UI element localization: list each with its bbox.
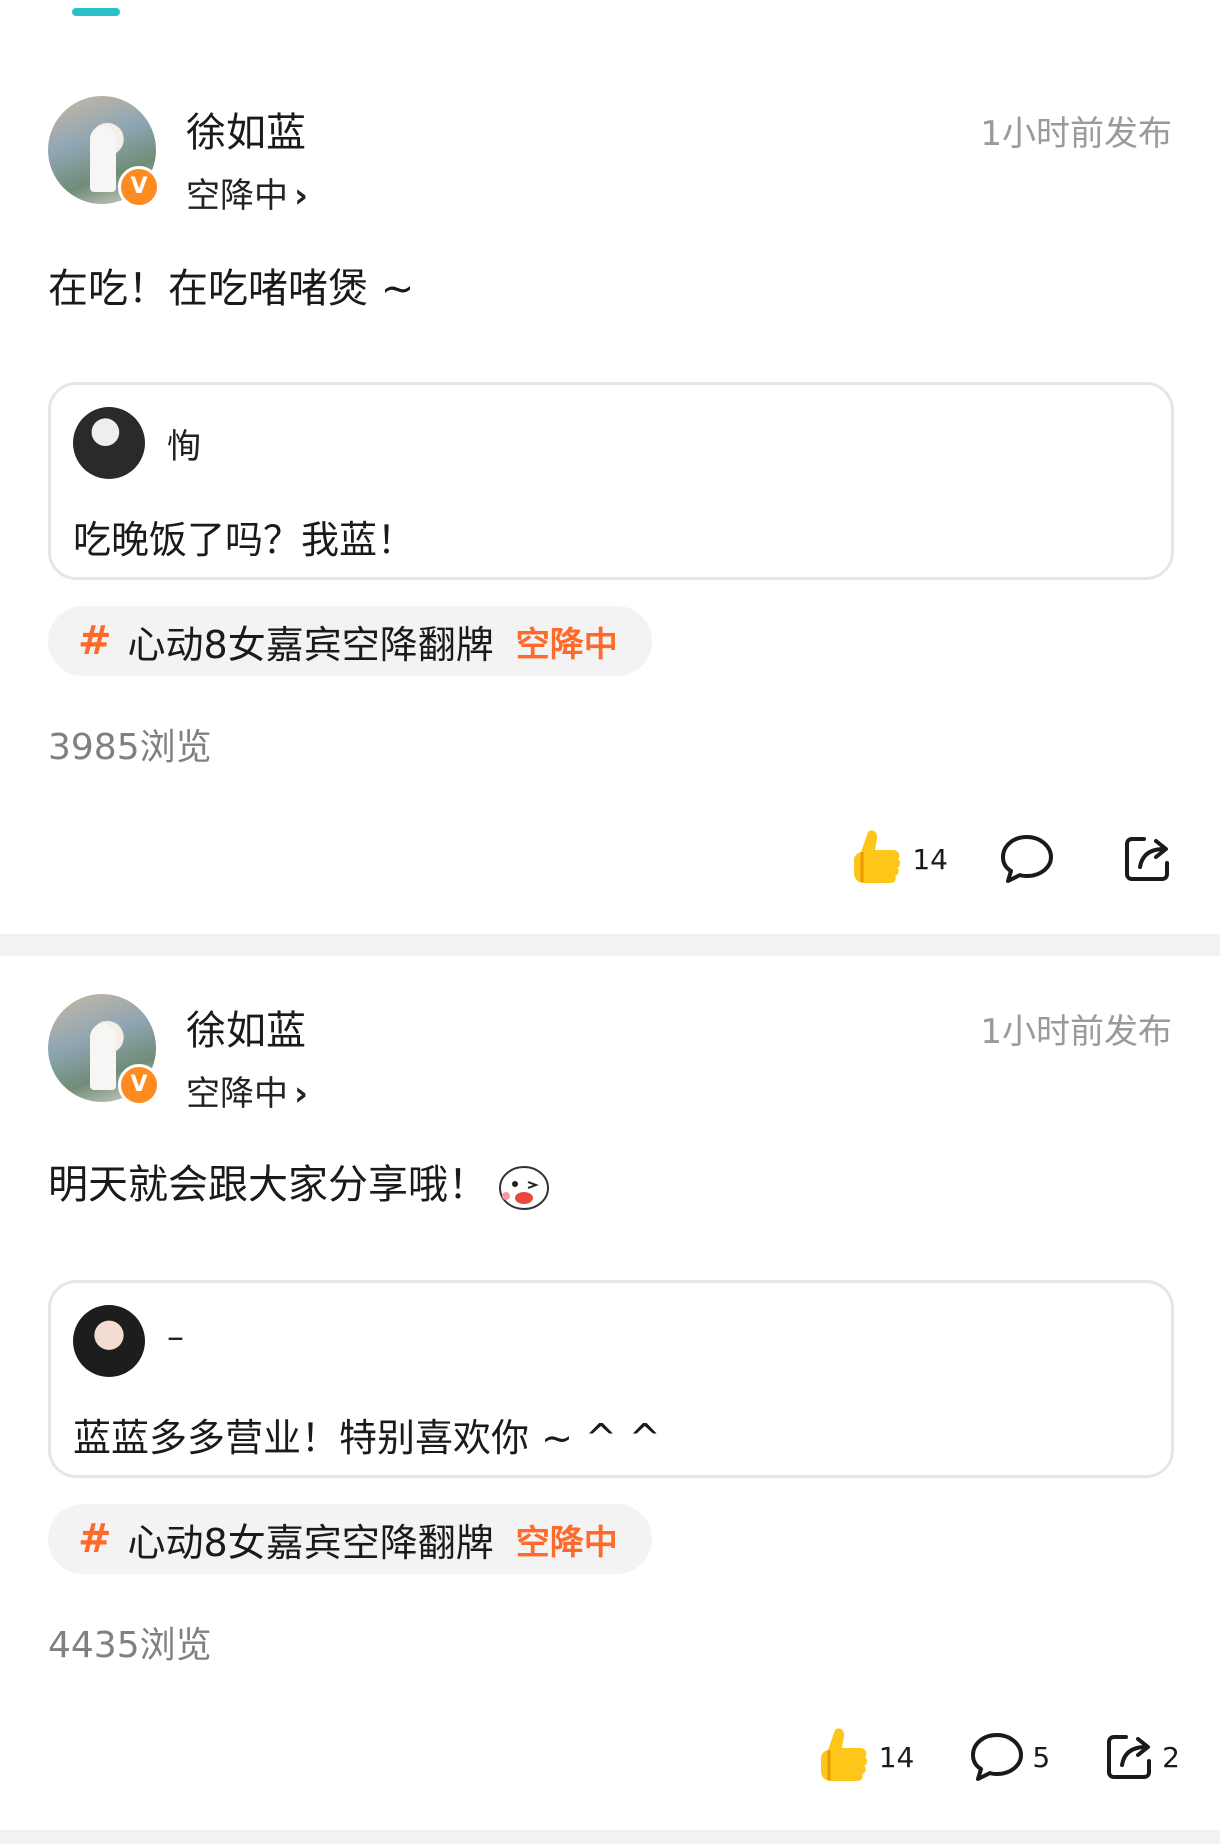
chevron-right-icon: › — [294, 1074, 309, 1114]
author-name[interactable]: 徐如蓝 — [186, 998, 306, 1056]
quoted-user-name: 恂 — [167, 427, 201, 467]
topic-name: 心动8女嘉宾空降翻牌 — [127, 622, 494, 667]
topic-status-tag: 空降中 — [515, 624, 618, 665]
view-count: 4435浏览 — [48, 1625, 212, 1666]
post-content: 在吃！在吃啫啫煲 ~ — [48, 266, 415, 312]
duck-emoji-icon — [499, 1166, 549, 1210]
action-bar: 14 5 2 — [817, 1724, 1180, 1790]
hashtag-icon: # — [78, 618, 112, 664]
topic-name: 心动8女嘉宾空降翻牌 — [127, 1520, 494, 1565]
thumbs-up-icon — [854, 830, 901, 883]
quoted-text: 蓝蓝多多营业！特别喜欢你 ~ ^ ^ — [73, 1416, 661, 1460]
post-card[interactable]: V 徐如蓝 空降中 › 1小时前发布 在吃！在吃啫啫煲 ~ 恂 吃晚饭了吗？我蓝！… — [0, 0, 1220, 934]
share-button[interactable] — [1122, 833, 1180, 885]
post-time: 1小时前发布 — [980, 1012, 1172, 1052]
comment-bubble-icon — [971, 1733, 1024, 1781]
status-text: 空降中 — [186, 1074, 288, 1114]
post-card[interactable]: V 徐如蓝 空降中 › 1小时前发布 明天就会跟大家分享哦！ – 蓝蓝多多营业！特… — [0, 956, 1220, 1836]
comment-bubble-icon — [1001, 835, 1053, 883]
quoted-text: 吃晚饭了吗？我蓝！ — [73, 518, 416, 562]
comment-count: 5 — [1032, 1740, 1051, 1774]
like-button[interactable]: 14 — [817, 1724, 969, 1790]
hashtag-icon: # — [78, 1516, 112, 1562]
topic-chip[interactable]: # 心动8女嘉宾空降翻牌 空降中 — [48, 606, 652, 676]
share-icon — [1107, 1735, 1152, 1779]
action-bar: 14 — [850, 826, 1180, 892]
verified-v-icon: V — [118, 166, 160, 208]
live-status-link[interactable]: 空降中 › — [186, 1066, 308, 1115]
quoted-comment[interactable]: – 蓝蓝多多营业！特别喜欢你 ~ ^ ^ — [48, 1280, 1174, 1478]
share-button[interactable]: 2 — [1104, 1731, 1180, 1783]
post-divider — [0, 934, 1220, 956]
post-time: 1小时前发布 — [980, 114, 1172, 154]
like-button[interactable]: 14 — [850, 826, 998, 892]
share-count: 2 — [1162, 1740, 1180, 1774]
chevron-right-icon: › — [294, 176, 309, 216]
comment-button[interactable]: 5 — [968, 1731, 1104, 1783]
post-content-text: 明天就会跟大家分享哦！ — [48, 1162, 488, 1208]
topic-status-tag: 空降中 — [515, 1522, 618, 1563]
thumbs-up-icon — [820, 1728, 867, 1781]
status-text: 空降中 — [186, 176, 288, 216]
like-count: 14 — [912, 842, 948, 876]
quoted-user-avatar[interactable] — [73, 1305, 145, 1377]
share-icon — [1125, 837, 1169, 881]
quoted-comment[interactable]: 恂 吃晚饭了吗？我蓝！ — [48, 382, 1174, 580]
topic-chip[interactable]: # 心动8女嘉宾空降翻牌 空降中 — [48, 1504, 652, 1574]
bottom-divider — [0, 1830, 1220, 1844]
verified-v-icon: V — [118, 1064, 160, 1106]
quoted-user-avatar[interactable] — [73, 407, 145, 479]
view-count: 3985浏览 — [48, 727, 212, 768]
author-name[interactable]: 徐如蓝 — [186, 100, 306, 158]
post-content: 明天就会跟大家分享哦！ — [48, 1152, 1172, 1212]
comment-button[interactable] — [998, 833, 1122, 885]
quoted-user-name: – — [167, 1317, 184, 1357]
like-count: 14 — [878, 1740, 915, 1774]
live-status-link[interactable]: 空降中 › — [186, 168, 308, 217]
